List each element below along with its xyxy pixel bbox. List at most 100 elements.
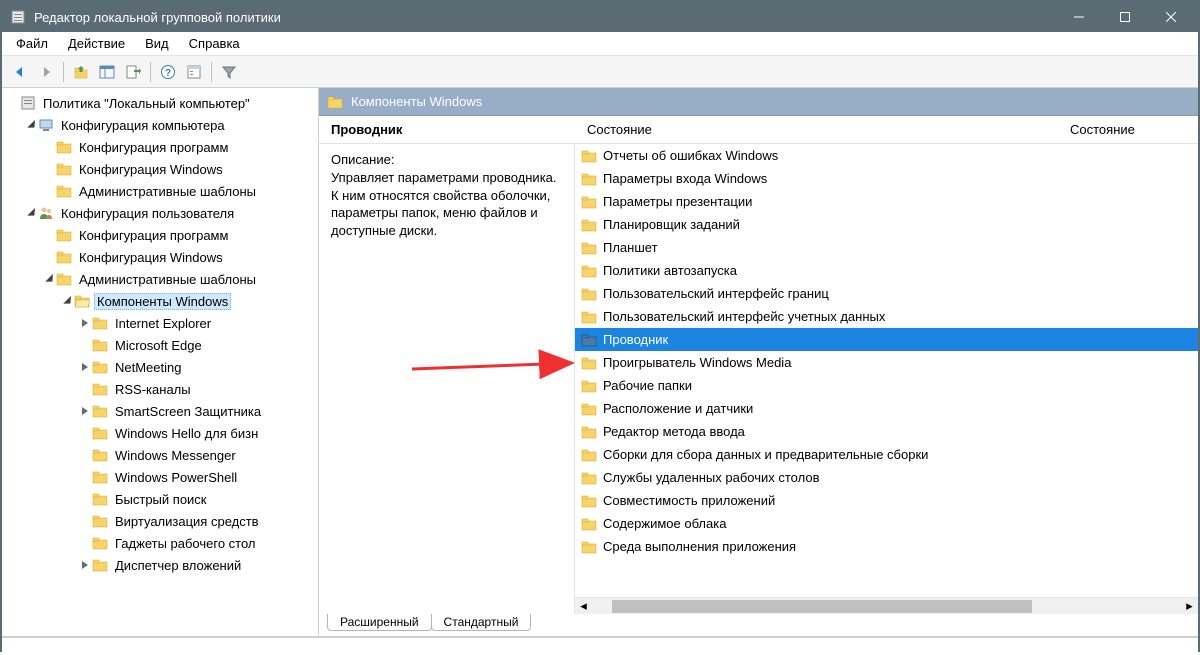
list-item[interactable]: Проводник — [575, 328, 1198, 351]
expander-icon[interactable] — [78, 360, 92, 374]
scroll-left-button[interactable]: ◂ — [575, 598, 592, 615]
tree-ie[interactable]: Internet Explorer — [2, 312, 318, 334]
tree-cc-windows[interactable]: Конфигурация Windows — [2, 158, 318, 180]
menu-view[interactable]: Вид — [135, 33, 179, 54]
list-item[interactable]: Редактор метода ввода — [575, 420, 1198, 443]
tree-label: Компоненты Windows — [94, 293, 231, 310]
window-title: Редактор локальной групповой политики — [34, 10, 1056, 25]
list-item[interactable]: Планшет — [575, 236, 1198, 259]
back-button[interactable] — [8, 60, 32, 84]
tree-label: Конфигурация Windows — [76, 249, 226, 266]
expander-icon[interactable] — [60, 294, 74, 308]
list-item[interactable]: Рабочие папки — [575, 374, 1198, 397]
forward-button[interactable] — [34, 60, 58, 84]
tree-user-config[interactable]: Конфигурация пользователя — [2, 202, 318, 224]
expander-icon[interactable] — [24, 206, 38, 220]
up-button[interactable] — [69, 60, 93, 84]
folder-icon — [56, 271, 72, 287]
list-item-label: Содержимое облака — [603, 516, 726, 531]
tree-uc-software[interactable]: Конфигурация программ — [2, 224, 318, 246]
filter-button[interactable] — [217, 60, 241, 84]
tree-cc-admin[interactable]: Административные шаблоны — [2, 180, 318, 202]
list-item[interactable]: Совместимость приложений — [575, 489, 1198, 512]
export-button[interactable] — [121, 60, 145, 84]
tree-attach[interactable]: Диспетчер вложений — [2, 554, 318, 576]
folder-icon — [581, 332, 597, 348]
list-item[interactable]: Политики автозапуска — [575, 259, 1198, 282]
expander-icon[interactable] — [78, 316, 92, 330]
folder-icon — [581, 539, 597, 555]
list-item[interactable]: Параметры презентации — [575, 190, 1198, 213]
folder-icon — [92, 359, 108, 375]
list-item[interactable]: Проигрыватель Windows Media — [575, 351, 1198, 374]
tab-standard[interactable]: Стандартный — [431, 614, 532, 631]
expander-icon[interactable] — [24, 118, 38, 132]
expander-icon[interactable] — [42, 272, 56, 286]
right-header: Компоненты Windows — [319, 88, 1198, 116]
minimize-button[interactable] — [1056, 2, 1102, 32]
menu-file[interactable]: Файл — [6, 33, 58, 54]
tree-label: Административные шаблоны — [76, 183, 259, 200]
folder-icon — [327, 94, 343, 110]
list-item-label: Совместимость приложений — [603, 493, 775, 508]
properties-button[interactable] — [182, 60, 206, 84]
list-item[interactable]: Службы удаленных рабочих столов — [575, 466, 1198, 489]
tab-extended[interactable]: Расширенный — [327, 614, 432, 631]
tree-label: Виртуализация средств — [112, 513, 262, 530]
menu-help[interactable]: Справка — [179, 33, 250, 54]
tree-scroll[interactable]: Политика "Локальный компьютер" Конфигурац… — [2, 88, 318, 636]
tree-root[interactable]: Политика "Локальный компьютер" — [2, 92, 318, 114]
list-item[interactable]: Содержимое облака — [575, 512, 1198, 535]
tree-netmeeting[interactable]: NetMeeting — [2, 356, 318, 378]
folder-icon — [92, 447, 108, 463]
scroll-right-button[interactable]: ▸ — [1181, 598, 1198, 615]
list-item-label: Отчеты об ошибках Windows — [603, 148, 778, 163]
folder-icon — [581, 493, 597, 509]
column-state[interactable]: Состояние — [575, 118, 1058, 141]
tree-powershell[interactable]: Windows PowerShell — [2, 466, 318, 488]
list-item[interactable]: Параметры входа Windows — [575, 167, 1198, 190]
list-item[interactable]: Расположение и датчики — [575, 397, 1198, 420]
list-item[interactable]: Пользовательский интерфейс учетных данны… — [575, 305, 1198, 328]
tree-win-components[interactable]: Компоненты Windows — [2, 290, 318, 312]
tree-rss[interactable]: RSS-каналы — [2, 378, 318, 400]
tree-cc-software[interactable]: Конфигурация программ — [2, 136, 318, 158]
list-items[interactable]: Отчеты об ошибках Windows Параметры входа… — [575, 144, 1198, 597]
expander-icon[interactable] — [78, 558, 92, 572]
column-state-2[interactable]: Состояние — [1058, 118, 1198, 141]
list-item[interactable]: Сборки для сбора данных и предварительны… — [575, 443, 1198, 466]
tree-search[interactable]: Быстрый поиск — [2, 488, 318, 510]
list-item[interactable]: Среда выполнения приложения — [575, 535, 1198, 558]
tree-virt[interactable]: Виртуализация средств — [2, 510, 318, 532]
list-item[interactable]: Отчеты об ошибках Windows — [575, 144, 1198, 167]
close-button[interactable] — [1148, 2, 1194, 32]
tree-label: RSS-каналы — [112, 381, 194, 398]
tree-gadgets[interactable]: Гаджеты рабочего стол — [2, 532, 318, 554]
tree-edge[interactable]: Microsoft Edge — [2, 334, 318, 356]
list-item[interactable]: Планировщик заданий — [575, 213, 1198, 236]
expander-icon[interactable] — [78, 404, 92, 418]
status-bar — [2, 637, 1198, 655]
tree-label: Конфигурация программ — [76, 139, 231, 156]
folder-icon — [581, 171, 597, 187]
show-hide-button[interactable] — [95, 60, 119, 84]
list-item-label: Параметры презентации — [603, 194, 752, 209]
list-item[interactable]: Пользовательский интерфейс границ — [575, 282, 1198, 305]
tree-label: Windows Messenger — [112, 447, 239, 464]
horizontal-scrollbar[interactable]: ◂ ▸ — [575, 597, 1198, 614]
folder-icon — [581, 286, 597, 302]
menu-action[interactable]: Действие — [58, 33, 135, 54]
desc-title-head: Проводник — [319, 118, 575, 141]
maximize-button[interactable] — [1102, 2, 1148, 32]
tree-uc-windows[interactable]: Конфигурация Windows — [2, 246, 318, 268]
tree-uc-admin[interactable]: Административные шаблоны — [2, 268, 318, 290]
tree-label: Конфигурация компьютера — [58, 117, 228, 134]
tree-messenger[interactable]: Windows Messenger — [2, 444, 318, 466]
tree-hello[interactable]: Windows Hello для бизн — [2, 422, 318, 444]
folder-icon — [56, 139, 72, 155]
help-button[interactable]: ? — [156, 60, 180, 84]
folder-icon — [581, 401, 597, 417]
column-headers: Проводник Состояние Состояние — [319, 116, 1198, 144]
tree-computer-config[interactable]: Конфигурация компьютера — [2, 114, 318, 136]
tree-smartscreen[interactable]: SmartScreen Защитника — [2, 400, 318, 422]
